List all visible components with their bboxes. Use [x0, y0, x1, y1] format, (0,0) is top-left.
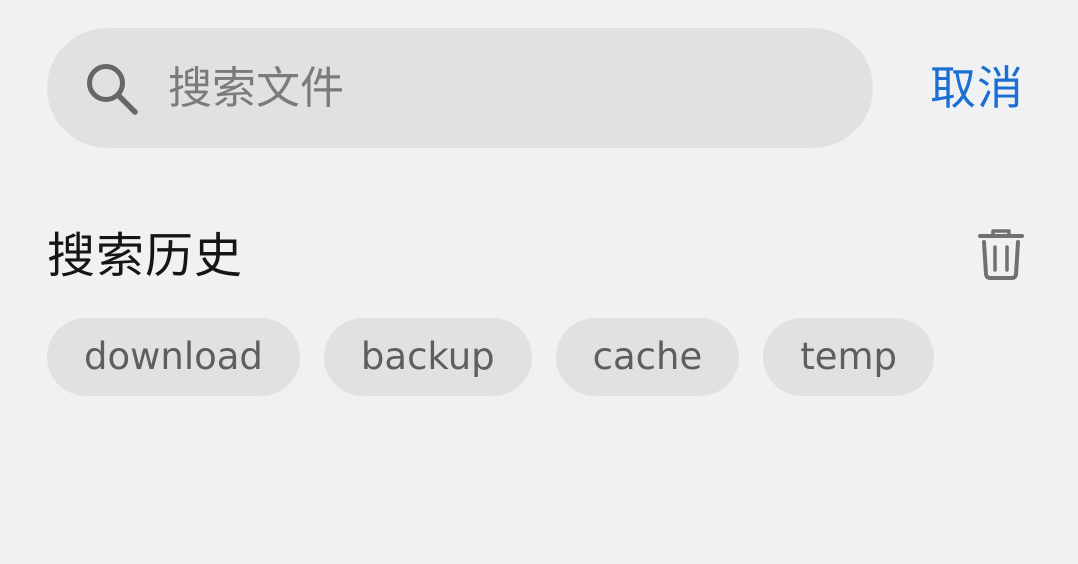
history-chip-temp[interactable]: temp — [763, 318, 935, 396]
history-chip-download[interactable]: download — [47, 318, 300, 396]
trash-icon[interactable] — [976, 226, 1026, 282]
search-input[interactable] — [168, 58, 838, 118]
search-history-list: download backup cache temp — [47, 318, 935, 396]
search-icon — [87, 64, 138, 115]
history-chip-cache[interactable]: cache — [555, 318, 740, 396]
history-chip-backup[interactable]: backup — [323, 318, 532, 396]
cancel-button[interactable]: 取消 — [930, 58, 1024, 118]
search-history-title: 搜索历史 — [47, 228, 244, 284]
